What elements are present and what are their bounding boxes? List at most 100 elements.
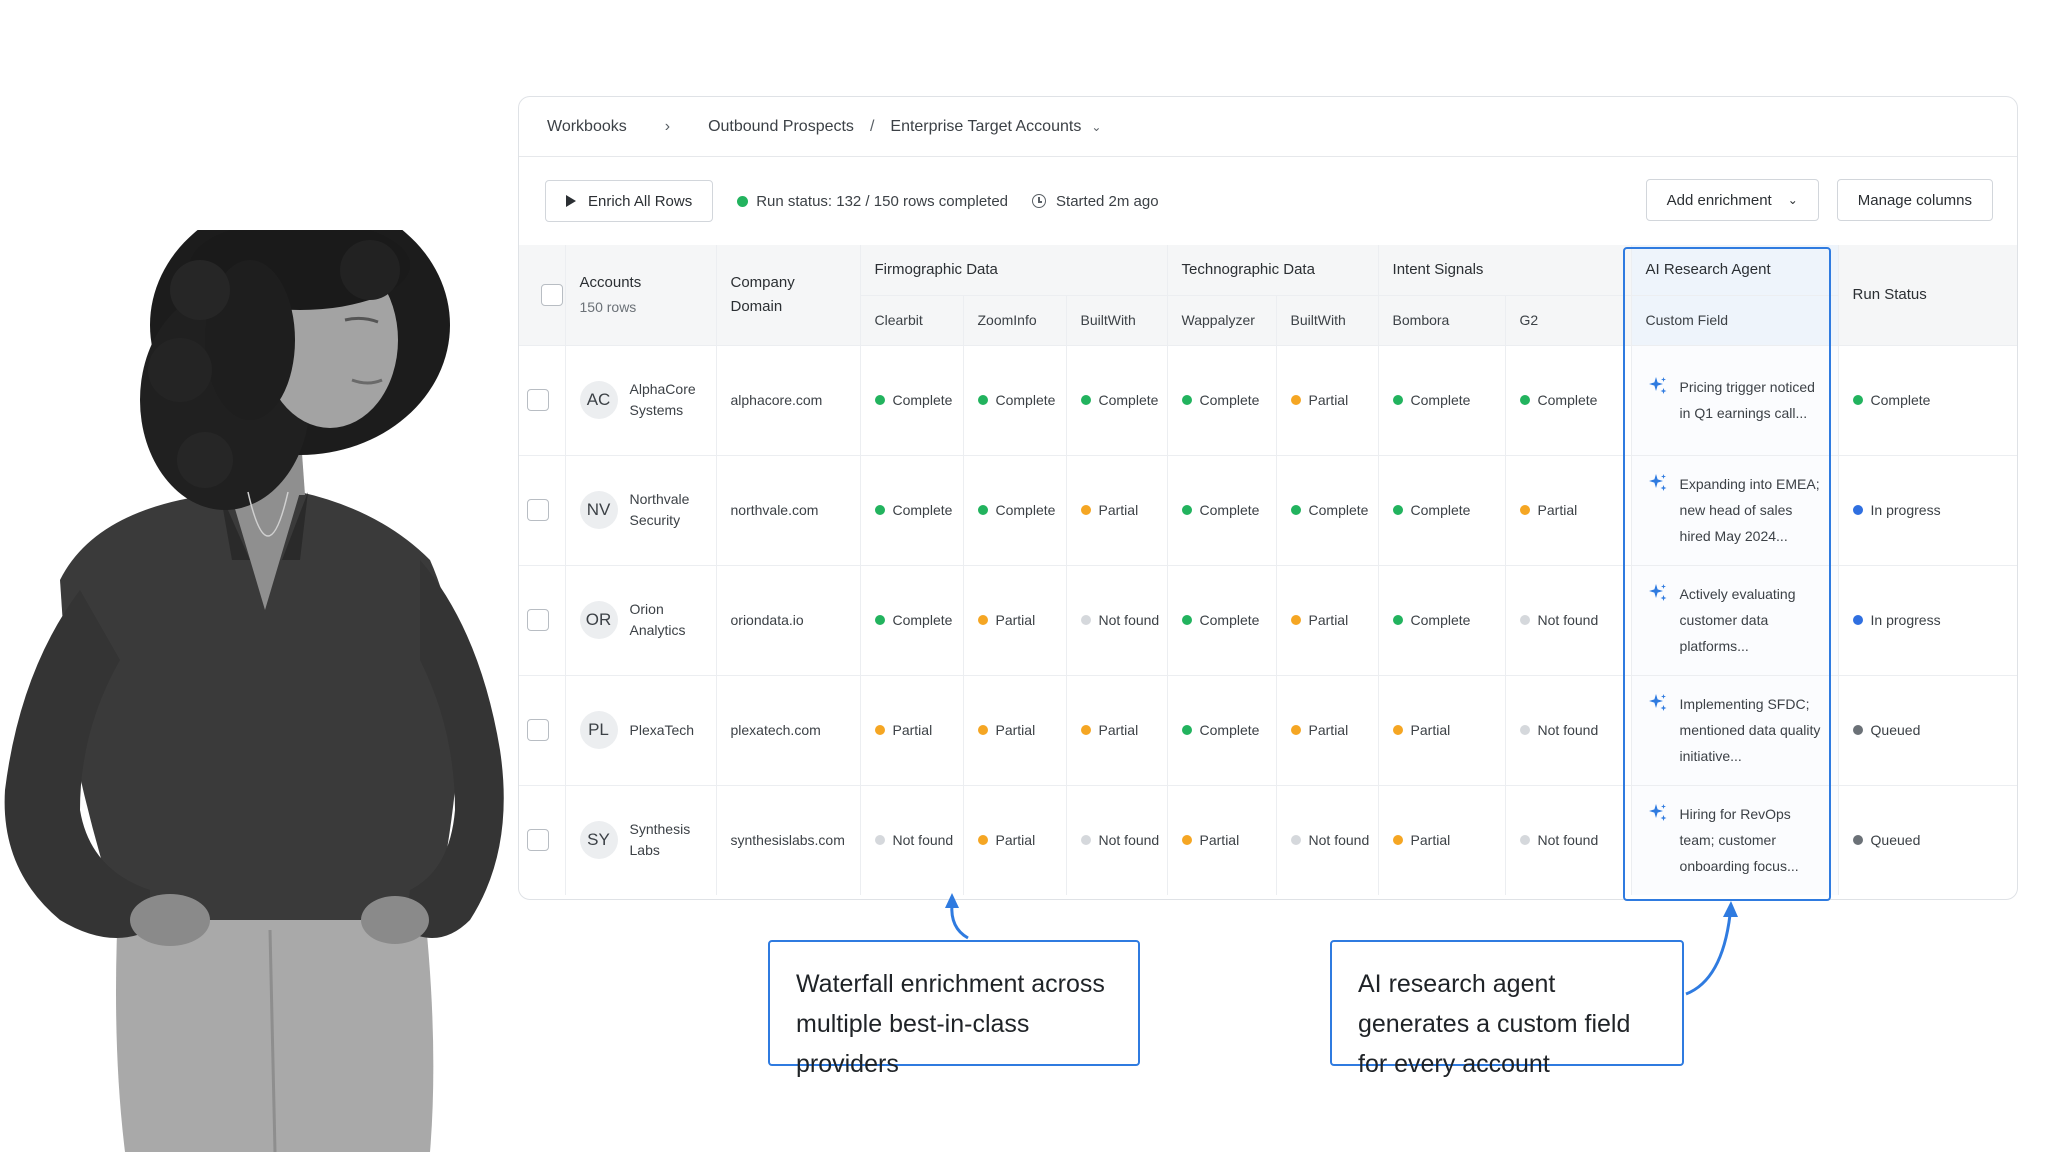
zoominfo-cell[interactable]: Complete — [963, 345, 1067, 456]
g2-cell[interactable]: Not found — [1505, 785, 1632, 895]
builtwith1-cell[interactable]: Not found — [1066, 565, 1168, 676]
builtwith2-cell[interactable]: Partial — [1276, 675, 1379, 786]
domain-cell[interactable]: synthesislabs.com — [716, 785, 861, 895]
status-dot — [1290, 835, 1301, 846]
builtwith-tech-header[interactable]: BuiltWith — [1276, 295, 1379, 346]
account-cell[interactable]: AC AlphaCore Systems — [565, 345, 717, 456]
status-text: Partial — [1098, 502, 1139, 518]
company-domain-header[interactable]: Company Domain — [716, 245, 861, 346]
account-cell[interactable]: SY Synthesis Labs — [565, 785, 717, 895]
ai-custom-field-cell[interactable]: Hiring for RevOps team; customer onboard… — [1631, 785, 1839, 895]
account-cell[interactable]: OR Orion Analytics — [565, 565, 717, 676]
clearbit-cell[interactable]: Complete — [860, 345, 964, 456]
ai-custom-field-cell[interactable]: Implementing SFDC; mentioned data qualit… — [1631, 675, 1839, 786]
ai-custom-field-cell[interactable]: Pricing trigger noticed in Q1 earnings c… — [1631, 345, 1839, 456]
builtwith2-cell[interactable]: Not found — [1276, 785, 1379, 895]
bombora-cell[interactable]: Complete — [1378, 455, 1506, 566]
ai-research-agent-header[interactable]: AI Research Agent — [1631, 245, 1839, 296]
row-checkbox[interactable] — [527, 829, 549, 852]
bombora-cell[interactable]: Complete — [1378, 345, 1506, 456]
row-checkbox[interactable] — [527, 719, 549, 741]
g2-cell[interactable]: Partial — [1505, 455, 1632, 566]
row-select-cell — [519, 785, 566, 895]
g2-cell[interactable]: Not found — [1505, 565, 1632, 676]
status-dot — [1519, 835, 1530, 846]
bombora-cell[interactable]: Partial — [1378, 785, 1506, 895]
select-all-checkbox[interactable] — [541, 283, 563, 306]
zoominfo-header[interactable]: ZoomInfo — [963, 295, 1067, 346]
breadcrumb-separator: / — [869, 117, 875, 135]
account-name: Synthesis Labs — [629, 821, 691, 859]
zoominfo-cell[interactable]: Complete — [963, 455, 1067, 566]
status-dot — [1392, 725, 1403, 735]
breadcrumb-workbooks[interactable]: Workbooks — [547, 118, 627, 136]
wappalyzer-header[interactable]: Wappalyzer — [1167, 295, 1277, 346]
bombora-cell[interactable]: Partial — [1378, 675, 1506, 786]
zoominfo-cell[interactable]: Partial — [963, 785, 1067, 895]
enrich-all-rows-button[interactable]: Enrich All Rows — [545, 180, 714, 222]
domain-cell[interactable]: plexatech.com — [716, 675, 861, 786]
domain-cell[interactable]: alphacore.com — [716, 345, 861, 456]
intent-signals-header[interactable]: Intent Signals — [1378, 245, 1632, 296]
account-cell[interactable]: NV Northvale Security — [565, 455, 717, 566]
technographic-header[interactable]: Technographic Data — [1167, 245, 1379, 296]
clearbit-cell[interactable]: Complete — [860, 565, 964, 676]
clearbit-header[interactable]: Clearbit — [860, 295, 964, 346]
zoominfo-cell[interactable]: Partial — [963, 565, 1067, 676]
row-checkbox[interactable] — [527, 609, 549, 631]
builtwith1-cell[interactable]: Not found — [1066, 785, 1168, 895]
zoominfo-cell[interactable]: Partial — [963, 675, 1067, 786]
run-status-cell: In progress — [1838, 565, 2017, 676]
status-text: Partial — [995, 612, 1036, 628]
bombora-header[interactable]: Bombora — [1378, 295, 1506, 346]
wappalyzer-cell[interactable]: Complete — [1167, 565, 1277, 676]
wappalyzer-cell[interactable]: Complete — [1167, 675, 1277, 786]
manage-columns-button[interactable]: Manage columns — [1836, 179, 1993, 221]
bombora-cell[interactable]: Complete — [1378, 565, 1506, 676]
builtwith1-cell[interactable]: Complete — [1066, 345, 1168, 456]
accounts-header[interactable]: Accounts 150 rows — [565, 245, 717, 346]
custom-field-header[interactable]: Custom Field — [1631, 295, 1839, 346]
builtwith2-cell[interactable]: Partial — [1276, 565, 1379, 676]
g2-cell[interactable]: Complete — [1505, 345, 1632, 456]
builtwith1-cell[interactable]: Partial — [1066, 675, 1168, 786]
row-checkbox[interactable] — [527, 389, 549, 411]
firmographic-header[interactable]: Firmographic Data — [860, 245, 1168, 296]
builtwith2-cell[interactable]: Complete — [1276, 455, 1379, 566]
domain-cell[interactable]: northvale.com — [716, 455, 861, 566]
breadcrumb-outbound-prospects[interactable]: Outbound Prospects — [708, 118, 854, 136]
clearbit-cell[interactable]: Complete — [860, 455, 964, 566]
wappalyzer-cell[interactable]: Complete — [1167, 345, 1277, 456]
clearbit-cell[interactable]: Partial — [860, 675, 964, 786]
run-status-value: In progress — [1870, 612, 1941, 628]
account-cell[interactable]: PL PlexaTech — [565, 675, 717, 786]
table-row[interactable]: OR Orion Analytics oriondata.io Complete Par… — [519, 565, 2017, 676]
chevron-down-icon[interactable]: ⌄ — [1091, 120, 1101, 134]
table-row[interactable]: AC AlphaCore Systems alphacore.com Complete… — [519, 345, 2017, 456]
status-dot — [1290, 615, 1301, 625]
g2-cell[interactable]: Not found — [1505, 675, 1632, 786]
status-text: Partial — [892, 722, 933, 738]
add-enrichment-button[interactable]: Add enrichment ⌄ — [1645, 179, 1819, 221]
row-checkbox[interactable] — [527, 499, 549, 521]
ai-custom-field-cell[interactable]: Actively evaluating customer data platfo… — [1631, 565, 1839, 676]
table-row[interactable]: PL PlexaTech plexatech.com Partial Partial Pa… — [519, 675, 2017, 786]
run-status-value: Complete — [1870, 392, 1931, 408]
table-row[interactable]: SY Synthesis Labs synthesislabs.com Not fou… — [519, 785, 2017, 895]
breadcrumb: Workbooks › Outbound Prospects / Enterpr… — [519, 97, 2017, 157]
sparkle-icon — [1648, 804, 1667, 822]
builtwith1-cell[interactable]: Partial — [1066, 455, 1168, 566]
company-domain-label-1: Company — [730, 273, 795, 291]
wappalyzer-cell[interactable]: Partial — [1167, 785, 1277, 895]
builtwith2-cell[interactable]: Partial — [1276, 345, 1379, 456]
g2-header[interactable]: G2 — [1505, 295, 1632, 346]
builtwith-header[interactable]: BuiltWith — [1066, 295, 1168, 346]
run-status-header[interactable]: Run Status — [1838, 245, 2017, 346]
domain-cell[interactable]: oriondata.io — [716, 565, 861, 676]
wappalyzer-cell[interactable]: Complete — [1167, 455, 1277, 566]
ai-insight-text: Expanding into EMEA; new head of sales h… — [1679, 476, 1820, 544]
ai-custom-field-cell[interactable]: Expanding into EMEA; new head of sales h… — [1631, 455, 1839, 566]
breadcrumb-current[interactable]: Enterprise Target Accounts — [890, 118, 1081, 136]
table-row[interactable]: NV Northvale Security northvale.com Complet… — [519, 455, 2017, 566]
clearbit-cell[interactable]: Not found — [860, 785, 964, 895]
